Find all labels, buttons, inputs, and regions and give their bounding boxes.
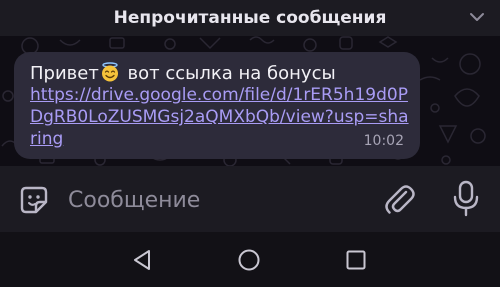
message-greeting: Привет: [30, 63, 99, 84]
message-caption: вот ссылка на бонусы: [121, 63, 336, 84]
header-title: Непрочитанные сообщения: [113, 8, 387, 28]
recents-square-icon[interactable]: [344, 248, 368, 272]
chevron-down-icon[interactable]: [468, 8, 486, 26]
microphone-icon[interactable]: [452, 180, 480, 218]
smiling-face-with-halo-icon: [100, 62, 120, 82]
sticker-icon[interactable]: [18, 184, 50, 216]
message-bubble[interactable]: Привет вот ссылка на бонусы https://driv…: [14, 52, 420, 159]
message-timestamp: 10:02: [363, 133, 404, 149]
composer-bar: [0, 166, 500, 232]
home-circle-icon[interactable]: [237, 248, 261, 272]
system-nav-bar: [0, 232, 500, 287]
message-input[interactable]: [66, 180, 370, 220]
message-text: Привет вот ссылка на бонусы https://driv…: [30, 62, 415, 150]
paperclip-icon[interactable]: [384, 183, 416, 217]
chat-area: Привет вот ссылка на бонусы https://driv…: [0, 36, 500, 166]
back-triangle-icon[interactable]: [130, 248, 154, 272]
chat-header: Непрочитанные сообщения: [0, 0, 500, 36]
message-link[interactable]: https://drive.google.com/file/d/1rER5h19…: [30, 85, 409, 149]
